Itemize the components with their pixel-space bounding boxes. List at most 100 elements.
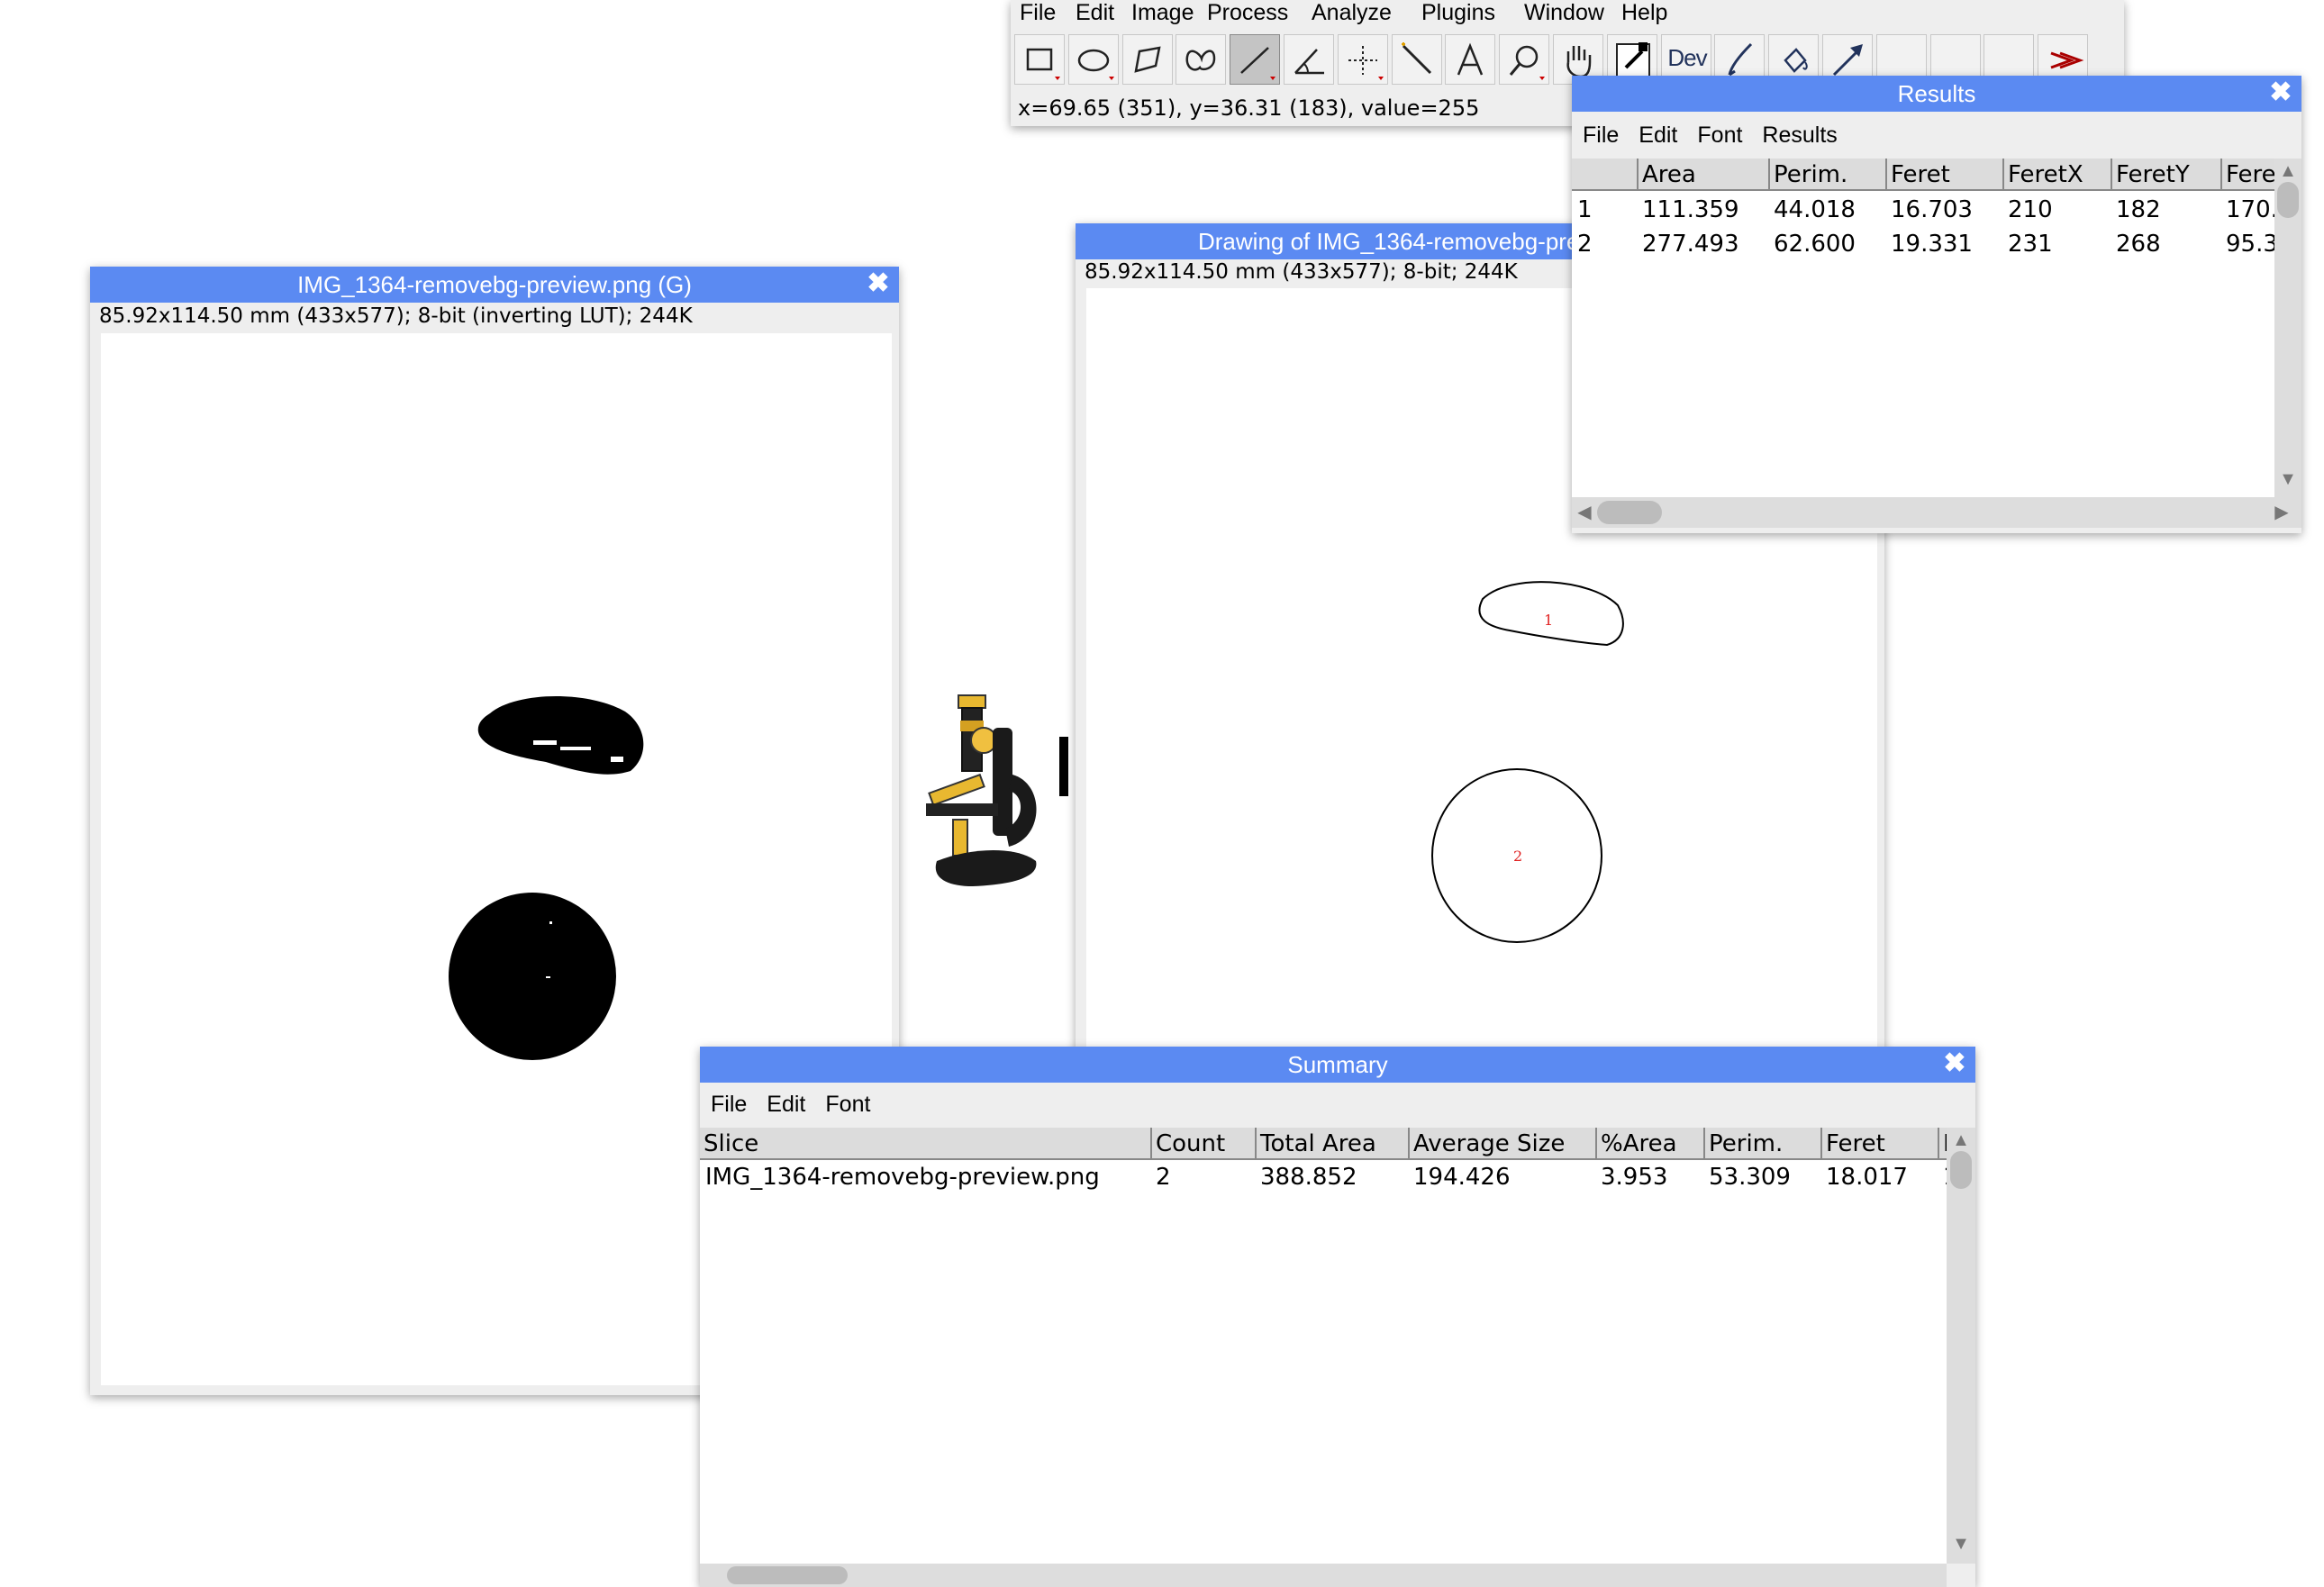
table-cell: 111.359: [1642, 196, 1739, 223]
column-header[interactable]: MinFeret: [1938, 1128, 1947, 1158]
scroll-right-icon[interactable]: ▶: [2271, 502, 2292, 523]
rectangle-tool-button[interactable]: [1014, 34, 1065, 85]
point-icon: [1348, 46, 1384, 80]
freehand-tool-button[interactable]: [1176, 34, 1226, 85]
summary-window[interactable]: Summary ✖ File Edit Font Slice Count Total A…: [700, 1047, 1975, 1587]
menu-edit[interactable]: Edit: [767, 1092, 805, 1117]
polygon-tool-button[interactable]: [1122, 34, 1173, 85]
oval-icon: [1077, 49, 1114, 80]
column-header[interactable]: FeretAngle: [2220, 159, 2274, 189]
point-tool-button[interactable]: [1338, 34, 1388, 85]
magnifier-icon: [1509, 45, 1545, 80]
table-cell: 1: [1577, 196, 1593, 223]
table-row[interactable]: 2 277.493 62.600 19.331 231 268 95.389: [1572, 227, 2274, 261]
column-header[interactable]: [1572, 159, 1637, 189]
outline-label-2: 2: [1513, 848, 1522, 865]
scroll-thumb[interactable]: [1950, 1151, 1972, 1189]
scroll-down-icon[interactable]: ▼: [1950, 1533, 1972, 1555]
wand-tool-button[interactable]: [1392, 34, 1442, 85]
desktop-icon-edge: [1059, 737, 1068, 796]
column-header[interactable]: %Area: [1595, 1128, 1703, 1158]
polygon-icon: [1134, 46, 1161, 73]
results-window-titlebar[interactable]: Results ✖: [1572, 76, 2301, 112]
angle-tool-button[interactable]: [1284, 34, 1334, 85]
results-vertical-scrollbar[interactable]: ▲ ▼: [2274, 159, 2301, 497]
table-cell: 388.852: [1260, 1164, 1357, 1191]
dev-label: Dev: [1667, 44, 1707, 71]
scroll-thumb[interactable]: [727, 1566, 848, 1584]
table-cell: 2: [1156, 1164, 1171, 1191]
outline-label-1: 1: [1544, 612, 1553, 629]
column-header[interactable]: Feret: [1820, 1128, 1938, 1158]
table-row[interactable]: 1 111.359 44.018 16.703 210 182 170.538: [1572, 193, 2274, 227]
rectangle-icon: [1026, 48, 1060, 80]
table-cell: 268: [2116, 231, 2161, 258]
column-header[interactable]: FeretY: [2111, 159, 2220, 189]
menu-font[interactable]: Font: [825, 1092, 870, 1117]
oval-tool-button[interactable]: [1068, 34, 1119, 85]
menu-edit[interactable]: Edit: [1639, 122, 1677, 148]
scroll-left-icon[interactable]: ◀: [1574, 502, 1595, 523]
scroll-thumb[interactable]: [1597, 501, 1662, 524]
table-cell: 210: [2008, 196, 2053, 223]
scroll-up-icon[interactable]: ▲: [2277, 160, 2299, 182]
column-header[interactable]: Perim.: [1703, 1128, 1820, 1158]
menu-results[interactable]: Results: [1762, 122, 1837, 148]
table-cell: 2: [1577, 231, 1593, 258]
microscope-icon: [919, 685, 1072, 901]
column-header[interactable]: FeretX: [2002, 159, 2111, 189]
menu-file[interactable]: File: [711, 1092, 747, 1117]
table-cell: 44.018: [1774, 196, 1856, 223]
wand-icon: [1402, 42, 1432, 75]
drawing-info: 85.92x114.50 mm (433x577); 8-bit; 244K: [1085, 260, 1518, 284]
menu-file[interactable]: File: [1583, 122, 1619, 148]
results-table[interactable]: AreaPerim.FeretFeretXFeretYFeretAngle 11…: [1572, 159, 2274, 497]
image-window-title: IMG_1364-removebg-preview.png (G): [297, 271, 692, 298]
close-icon[interactable]: ✖: [2265, 77, 2296, 108]
table-cell: 18.017: [1826, 1164, 1908, 1191]
table-cell: 16.703: [1891, 196, 1973, 223]
image-info: 85.92x114.50 mm (433x577); 8-bit (invert…: [99, 304, 693, 328]
table-cell: 53.309: [1709, 1164, 1791, 1191]
text-tool-button[interactable]: [1445, 34, 1495, 85]
magnifier-tool-button[interactable]: [1499, 34, 1549, 85]
summary-vertical-scrollbar[interactable]: ▲ ▼: [1947, 1128, 1975, 1564]
column-header[interactable]: Perim.: [1768, 159, 1885, 189]
summary-window-title: Summary: [1287, 1051, 1388, 1078]
text-icon: [1457, 42, 1484, 76]
scroll-thumb[interactable]: [2277, 182, 2299, 218]
close-icon[interactable]: ✖: [1939, 1048, 1970, 1079]
scroll-down-icon[interactable]: ▼: [2277, 468, 2299, 490]
summary-horizontal-scrollbar[interactable]: [700, 1564, 1947, 1587]
particle-1: [477, 695, 644, 775]
summary-window-titlebar[interactable]: Summary ✖: [700, 1047, 1975, 1083]
results-menubar: File Edit Font Results: [1572, 117, 2301, 153]
image-window-titlebar[interactable]: IMG_1364-removebg-preview.png (G) ✖: [90, 267, 899, 303]
column-header[interactable]: Slice: [700, 1128, 1150, 1158]
scroll-up-icon[interactable]: ▲: [1950, 1129, 1972, 1151]
results-window-title: Results: [1897, 80, 1976, 107]
table-cell: 277.493: [1642, 231, 1739, 258]
table-cell: 95.389: [2226, 231, 2274, 258]
angle-icon: [1294, 49, 1324, 75]
column-header[interactable]: Feret: [1885, 159, 2002, 189]
column-header[interactable]: Area: [1637, 159, 1768, 189]
column-header[interactable]: Total Area: [1255, 1128, 1408, 1158]
table-cell: 231: [2008, 231, 2053, 258]
column-header[interactable]: Count: [1150, 1128, 1255, 1158]
menu-font[interactable]: Font: [1697, 122, 1742, 148]
results-window[interactable]: Results ✖ File Edit Font Results Area Perim.…: [1572, 76, 2301, 533]
status-readout: x=69.65 (351), y=36.31 (183), value=255: [1018, 95, 1480, 121]
table-cell: 170.538: [2226, 196, 2274, 223]
close-icon[interactable]: ✖: [863, 268, 894, 299]
line-tool-button[interactable]: [1230, 34, 1280, 85]
table-row[interactable]: IMG_1364-removebg-preview.png 2 388.852 194…: [700, 1160, 1947, 1194]
summary-table[interactable]: Slice Count Total Area Average Size %Area Per…: [700, 1128, 1947, 1564]
column-header[interactable]: Average Size: [1408, 1128, 1595, 1158]
table-cell: 19.331: [1891, 231, 1973, 258]
table-cell: 62.600: [1774, 231, 1856, 258]
line-icon: [1240, 47, 1275, 80]
summary-header-row: Slice Count Total Area Average Size %Area Per…: [700, 1128, 1947, 1160]
results-horizontal-scrollbar[interactable]: ◀ ▶: [1572, 497, 2301, 528]
table-cell: 3.953: [1601, 1164, 1668, 1191]
